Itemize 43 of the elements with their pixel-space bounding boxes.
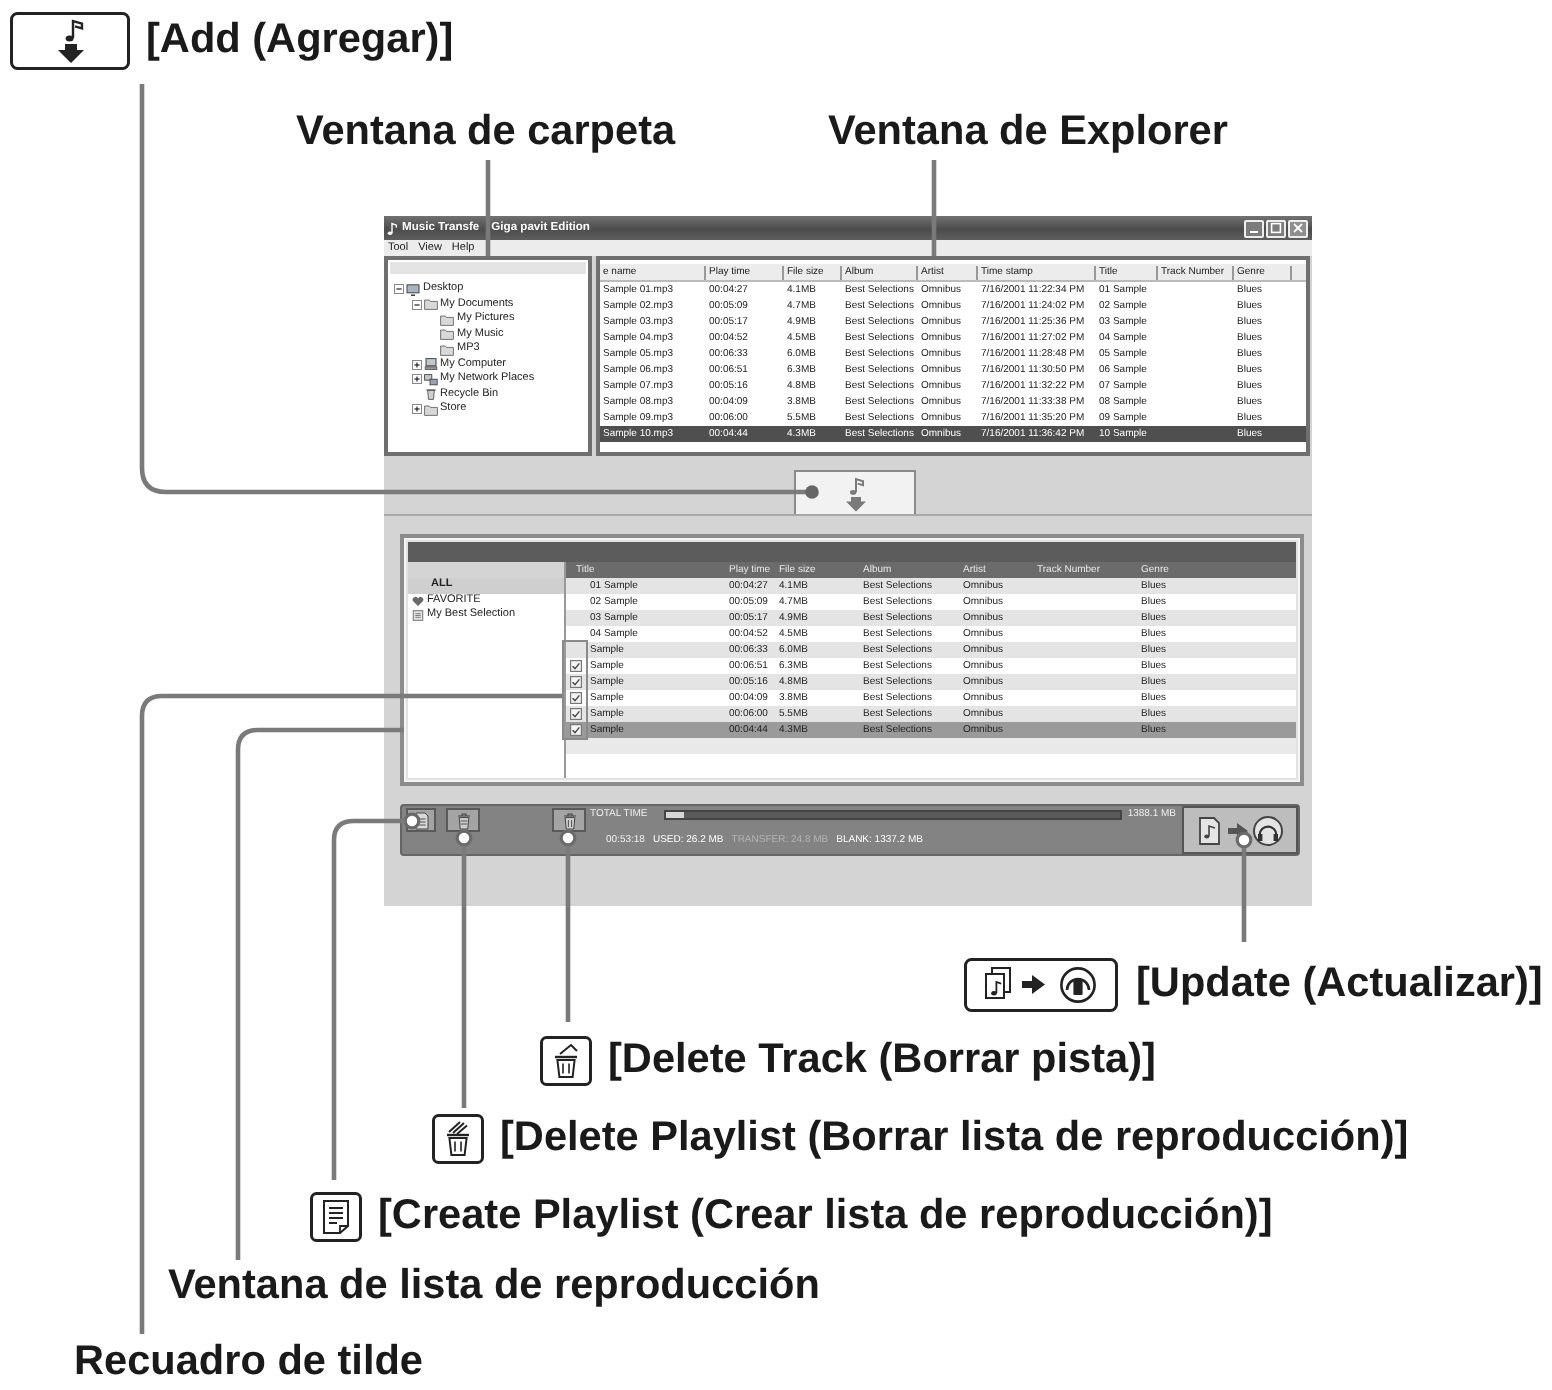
maximize-button[interactable] bbox=[1266, 219, 1286, 237]
trash-icon bbox=[423, 388, 437, 401]
add-button[interactable] bbox=[794, 470, 916, 514]
highlight-frame bbox=[562, 640, 588, 740]
folder-window-callout-label: Ventana de carpeta bbox=[296, 112, 676, 154]
checkbox-callout-label: Recuadro de tilde bbox=[74, 1342, 423, 1384]
close-button[interactable] bbox=[1288, 219, 1308, 237]
delete-track-button[interactable] bbox=[552, 808, 586, 832]
trash-icon bbox=[432, 1114, 484, 1164]
folder-icon bbox=[423, 403, 437, 416]
maximize-icon bbox=[1270, 222, 1282, 234]
add-callout-label: [Add (Agregar)] bbox=[146, 20, 454, 62]
checkbox[interactable] bbox=[569, 692, 581, 704]
update-callout-label: [Update (Actualizar)] bbox=[1136, 964, 1543, 1006]
trash-icon bbox=[540, 1036, 592, 1086]
list-icon bbox=[412, 610, 424, 621]
collapse-icon[interactable] bbox=[411, 299, 421, 310]
delete-playlist-button[interactable] bbox=[446, 808, 480, 832]
trash-icon bbox=[455, 811, 471, 829]
minimize-button[interactable] bbox=[1244, 219, 1264, 237]
monitor-icon bbox=[406, 283, 420, 296]
checkbox[interactable] bbox=[569, 724, 581, 736]
create-playlist-callout-label: [Create Playlist (Crear lista de reproducción)] bbox=[378, 1196, 1273, 1238]
expand-icon[interactable] bbox=[411, 359, 421, 370]
playlist-window-callout-label: Ventana de lista de reproducción bbox=[168, 1266, 820, 1308]
computer-icon bbox=[423, 358, 437, 371]
network-icon bbox=[423, 373, 437, 386]
playlist-to-headphones-icon bbox=[964, 958, 1118, 1012]
delete-track-callout-label: [Delete Track (Borrar pista)] bbox=[608, 1040, 1156, 1082]
expand-icon[interactable] bbox=[411, 404, 421, 415]
trash-icon bbox=[561, 811, 577, 829]
checkbox[interactable] bbox=[569, 708, 581, 720]
collapse-icon[interactable] bbox=[394, 284, 404, 295]
update-button[interactable] bbox=[1182, 806, 1298, 854]
expand-icon[interactable] bbox=[411, 374, 421, 385]
document-icon bbox=[310, 1192, 362, 1242]
music-note-icon bbox=[386, 221, 398, 235]
checkbox[interactable] bbox=[569, 676, 581, 688]
delete-playlist-callout-label: [Delete Playlist (Borrar lista de reproducción)] bbox=[500, 1118, 1409, 1160]
checkbox[interactable] bbox=[569, 660, 581, 672]
heart-icon bbox=[412, 595, 424, 606]
close-icon bbox=[1292, 222, 1304, 234]
explorer-window-callout-label: Ventana de Explorer bbox=[828, 112, 1228, 154]
